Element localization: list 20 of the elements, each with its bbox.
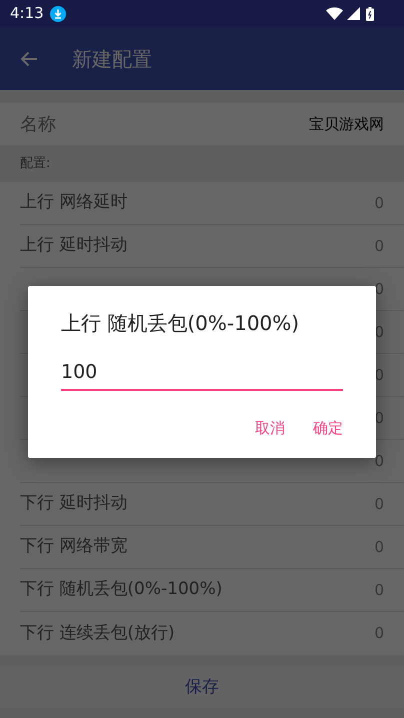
setting-label: 下行 延时抖动 [20, 492, 128, 516]
dialog-button[interactable]: 取消 [255, 416, 285, 439]
back-arrow-icon[interactable] [20, 50, 38, 66]
dialog-title: 上行 随机丢包(0%-100%) [61, 310, 300, 337]
setting-label: 上行 延时抖动 [20, 234, 128, 258]
wifi-icon [326, 7, 343, 20]
setting-label: 上行 网络延时 [20, 191, 128, 214]
setting-label: 下行 连续丢包(放行) [20, 622, 175, 645]
battery-icon [366, 6, 374, 20]
save-button[interactable]: 保存 [0, 667, 404, 708]
section-label: 配置: [20, 154, 50, 173]
download-icon [50, 6, 66, 22]
setting-label: 下行 网络带宽 [20, 535, 128, 558]
toolbar-title: 新建配置 [72, 46, 152, 72]
dialog-button[interactable]: 确定 [313, 416, 343, 439]
input-field[interactable]: 100 [61, 352, 343, 390]
signal-icon [347, 7, 360, 20]
setting-label: 下行 随机丢包(0%-100%) [20, 578, 222, 602]
status-time: 4:13 [10, 3, 44, 24]
name-value: 宝贝游戏网 [309, 114, 384, 135]
